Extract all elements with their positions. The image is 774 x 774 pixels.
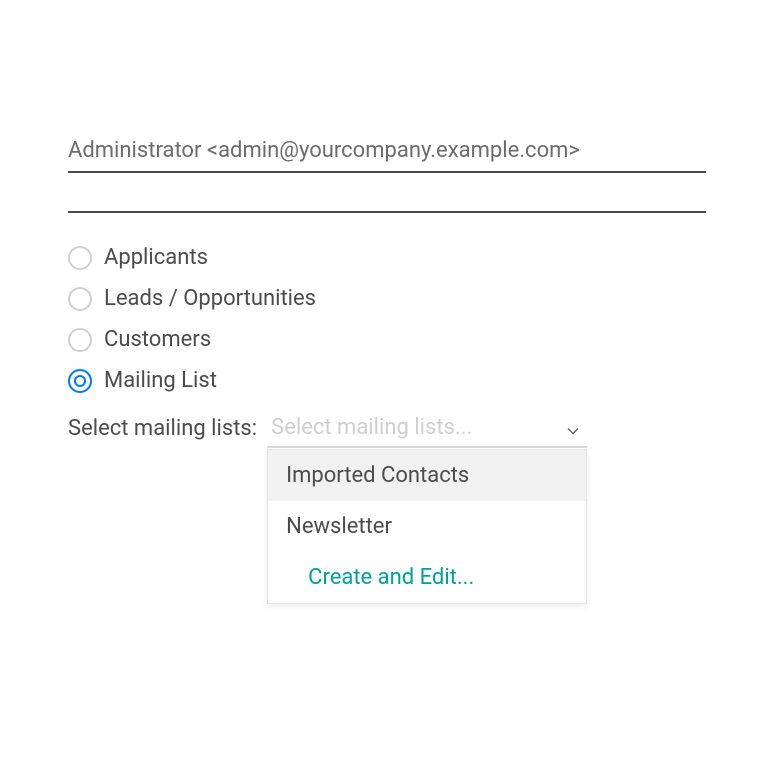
mailing-list-dropdown: Imported Contacts Newsletter Create and … <box>267 449 587 604</box>
radio-label-applicants: Applicants <box>104 245 208 270</box>
radio-label-leads: Leads / Opportunities <box>104 286 316 311</box>
radio-circle-selected-icon <box>68 369 92 393</box>
radio-circle-icon <box>68 287 92 311</box>
radio-circle-icon <box>68 246 92 270</box>
mailing-list-select-input[interactable] <box>267 409 587 448</box>
mailing-list-select[interactable]: Imported Contacts Newsletter Create and … <box>267 409 587 448</box>
radio-leads[interactable]: Leads / Opportunities <box>68 286 706 311</box>
radio-circle-icon <box>68 328 92 352</box>
radio-customers[interactable]: Customers <box>68 327 706 352</box>
mailing-list-select-row: Select mailing lists: Imported Contacts … <box>68 409 706 448</box>
radio-applicants[interactable]: Applicants <box>68 245 706 270</box>
subject-input-row[interactable] <box>68 203 706 213</box>
radio-label-mailing-list: Mailing List <box>104 368 217 393</box>
radio-mailing-list[interactable]: Mailing List <box>68 368 706 393</box>
dropdown-item-imported-contacts[interactable]: Imported Contacts <box>268 450 586 501</box>
radio-label-customers: Customers <box>104 327 211 352</box>
dropdown-item-create-and-edit[interactable]: Create and Edit... <box>268 552 586 603</box>
dropdown-item-newsletter[interactable]: Newsletter <box>268 501 586 552</box>
from-input[interactable] <box>68 130 706 173</box>
mailing-list-select-label: Select mailing lists: <box>68 416 257 441</box>
from-field-row <box>68 130 706 173</box>
recipients-radio-group: Applicants Leads / Opportunities Custome… <box>68 245 706 393</box>
